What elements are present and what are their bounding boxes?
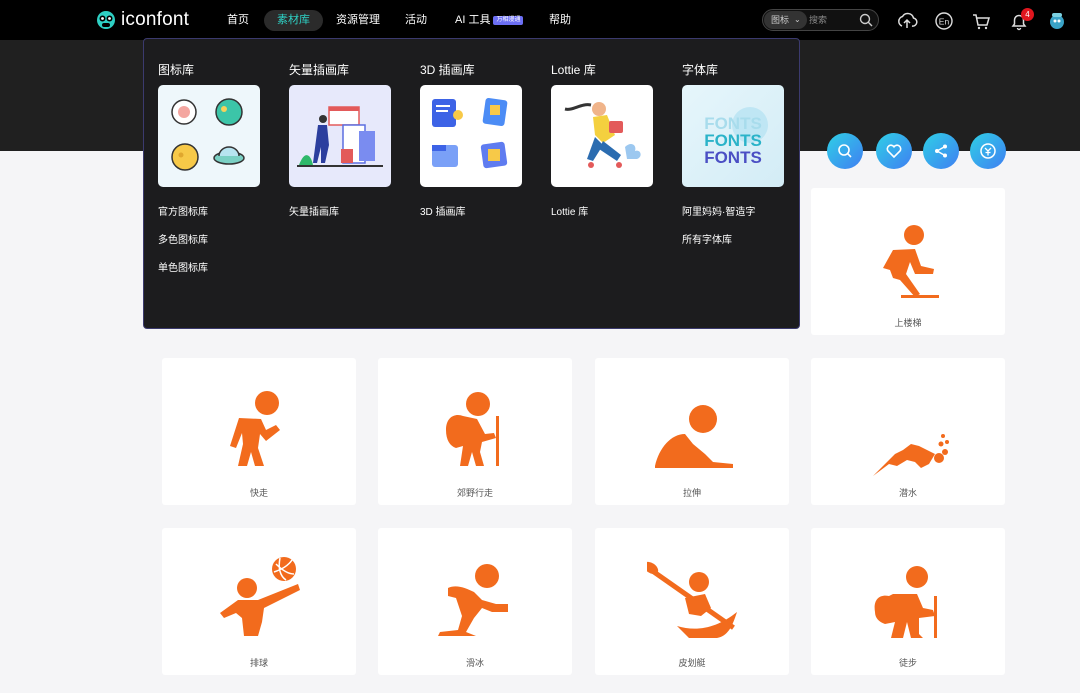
dropdown-link[interactable]: 所有字体库 xyxy=(682,231,732,246)
nav-item-ai-label: AI 工具 xyxy=(455,14,491,26)
lottie-library-preview[interactable] xyxy=(551,85,653,187)
icon-card-stretch[interactable]: 拉伸 xyxy=(595,358,789,505)
nav-item-materials[interactable]: 素材库 xyxy=(264,10,323,31)
icon-card-ice-skating[interactable]: 滑冰 xyxy=(378,528,572,675)
icon-card-field-walk[interactable]: 郊野行走 xyxy=(378,358,572,505)
volleyball-icon xyxy=(220,557,300,636)
fonts-text-3: FONTS xyxy=(704,148,762,167)
action-favorite-button[interactable] xyxy=(876,133,912,169)
nav-item-help[interactable]: 帮助 xyxy=(549,10,571,31)
diving-icon xyxy=(873,434,949,476)
icon-label: 郊野行走 xyxy=(456,488,493,498)
language-icon[interactable]: En xyxy=(933,10,955,32)
icon-card-diving[interactable]: 潜水 xyxy=(811,358,1005,505)
3d-illustration xyxy=(432,97,508,169)
search-box: 图标 ⌄ xyxy=(762,9,879,31)
icon-card-climb-stairs[interactable]: 上楼梯 xyxy=(811,188,1005,335)
dropdown-column-title[interactable]: 3D 插画库 xyxy=(420,61,475,78)
reward-icon xyxy=(980,143,996,159)
fonts-illustration: FONTS FONTS FONTS xyxy=(704,107,768,167)
dropdown-link[interactable]: 矢量插画库 xyxy=(289,203,339,218)
font-library-preview[interactable]: FONTS FONTS FONTS xyxy=(682,85,784,187)
icon-label: 排球 xyxy=(249,658,268,668)
field-walk-icon xyxy=(446,392,499,466)
dropdown-link[interactable]: 单色图标库 xyxy=(158,259,208,274)
search-type-select[interactable]: 图标 ⌄ xyxy=(764,11,807,29)
nav-item-ai-tools[interactable]: AI 工具 万相漫通 xyxy=(455,10,524,31)
brisk-walk-icon xyxy=(230,391,280,466)
illustration-library-preview[interactable] xyxy=(289,85,391,187)
vector-illustration xyxy=(297,106,383,167)
kayak-icon xyxy=(647,561,737,638)
search-type-label: 图标 xyxy=(771,15,790,25)
icon-label: 滑冰 xyxy=(465,658,484,668)
heart-icon xyxy=(886,144,902,159)
3d-library-preview[interactable] xyxy=(420,85,522,187)
ai-badge: 万相漫通 xyxy=(493,16,524,25)
action-share-button[interactable] xyxy=(923,133,959,169)
stretch-icon xyxy=(655,405,733,468)
icon-label: 潜水 xyxy=(898,488,917,498)
dropdown-column-title[interactable]: 图标库 xyxy=(158,61,194,78)
svg-text:En: En xyxy=(939,17,950,27)
icon-label: 拉伸 xyxy=(682,488,701,498)
search-icon[interactable] xyxy=(859,13,873,27)
search-icon xyxy=(838,144,852,158)
notification-badge: 4 xyxy=(1021,8,1034,21)
lottie-illustration xyxy=(564,102,641,168)
search-input[interactable] xyxy=(809,11,857,29)
logo-icon xyxy=(97,11,115,29)
top-navbar: iconfont 首页 素材库 资源管理 活动 AI 工具 万相漫通 帮助 图标 ⌄… xyxy=(0,0,1080,40)
icon-card-hiking[interactable]: 徒步 xyxy=(811,528,1005,675)
nav-item-home[interactable]: 首页 xyxy=(227,10,249,31)
icon-label: 徒步 xyxy=(898,658,917,668)
dropdown-column-title[interactable]: 字体库 xyxy=(682,61,718,78)
nav-item-resources[interactable]: 资源管理 xyxy=(336,10,380,31)
icon-label: 快走 xyxy=(249,488,268,498)
hiking-icon xyxy=(874,566,937,638)
chevron-down-icon: ⌄ xyxy=(794,15,801,24)
icon-library-preview[interactable] xyxy=(158,85,260,187)
action-search-button[interactable] xyxy=(827,133,863,169)
dropdown-link[interactable]: 官方图标库 xyxy=(158,203,208,218)
cart-icon[interactable] xyxy=(970,10,992,32)
dropdown-column-title[interactable]: 矢量插画库 xyxy=(289,61,349,78)
dropdown-column-title[interactable]: Lottie 库 xyxy=(551,61,596,78)
climb-stairs-icon xyxy=(883,225,939,298)
ice-skating-icon xyxy=(438,564,508,636)
dropdown-link[interactable]: 多色图标库 xyxy=(158,231,208,246)
logo-text: iconfont xyxy=(121,9,190,30)
avatar[interactable] xyxy=(1046,10,1068,32)
icon-card-kayak[interactable]: 皮划艇 xyxy=(595,528,789,675)
icon-label: 皮划艇 xyxy=(678,658,706,668)
materials-dropdown: 图标库 官方图标库 多色图标库 单色图标库 矢量插画库 矢量插画库 3D 插画库… xyxy=(143,38,800,329)
dropdown-link[interactable]: Lottie 库 xyxy=(551,203,588,218)
share-icon xyxy=(935,144,947,158)
logo[interactable]: iconfont xyxy=(95,9,189,31)
icon-card-volleyball[interactable]: 排球 xyxy=(162,528,356,675)
icon-label: 上楼梯 xyxy=(894,318,922,328)
planet-icons-illustration xyxy=(171,98,245,171)
action-reward-button[interactable] xyxy=(970,133,1006,169)
icon-card-brisk-walk[interactable]: 快走 xyxy=(162,358,356,505)
dropdown-link[interactable]: 阿里妈妈·智造字 xyxy=(682,203,755,218)
dropdown-link[interactable]: 3D 插画库 xyxy=(420,203,466,218)
nav-item-events[interactable]: 活动 xyxy=(405,10,427,31)
upload-icon[interactable] xyxy=(896,10,918,32)
